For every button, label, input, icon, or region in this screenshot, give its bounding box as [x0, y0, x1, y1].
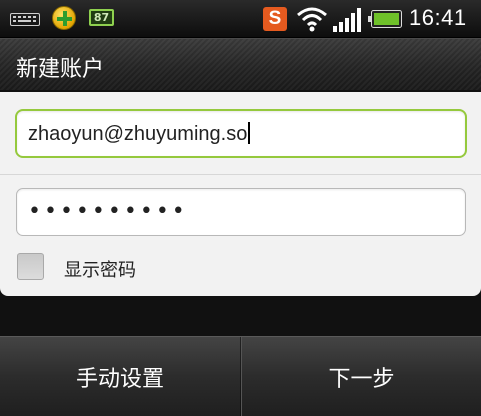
- next-button[interactable]: 下一步: [242, 337, 481, 416]
- status-bar: 87 S 16:41: [0, 0, 481, 38]
- keyboard-icon: [10, 13, 40, 26]
- page-title: 新建账户: [16, 57, 105, 82]
- wifi-icon: [297, 7, 327, 32]
- show-password-label[interactable]: 显示密码: [64, 256, 136, 282]
- manual-setup-button[interactable]: 手动设置: [0, 337, 240, 416]
- title-bar: 新建账户: [0, 38, 481, 90]
- email-field[interactable]: zhaoyun@zhuyuming.so: [15, 109, 467, 158]
- email-value: zhaoyun@zhuyuming.so: [28, 122, 251, 146]
- status-clock: 16:41: [409, 5, 467, 30]
- app-360-icon: [52, 6, 76, 30]
- show-password-checkbox[interactable]: [17, 253, 44, 280]
- password-value: ••••••••••: [28, 199, 188, 224]
- battery-icon: [368, 10, 402, 28]
- sogou-input-icon: S: [263, 7, 287, 31]
- password-field[interactable]: ••••••••••: [16, 188, 466, 236]
- signal-icon: [333, 8, 361, 32]
- battery-small-icon: 87: [89, 9, 114, 26]
- bottom-button-bar: 手动设置 下一步: [0, 336, 481, 416]
- account-form-card: zhaoyun@zhuyuming.so •••••••••• 显示密码: [0, 92, 481, 296]
- divider: [0, 174, 481, 175]
- text-caret: [248, 122, 251, 144]
